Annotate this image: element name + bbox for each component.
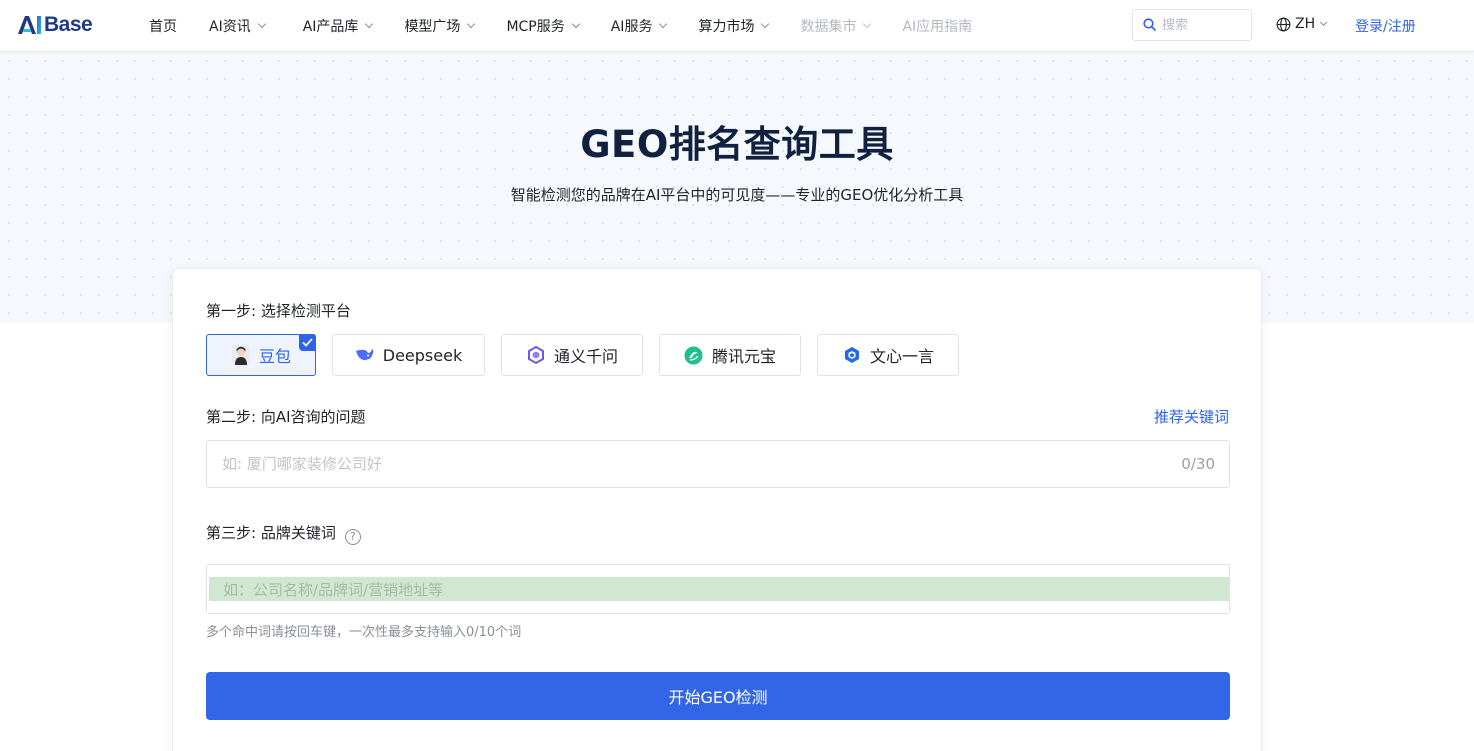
nav-ai-news[interactable]: AI资讯 [209,16,266,36]
step2-label: 第二步: 向AI咨询的问题 [206,408,366,426]
step3-label: 第三步: 品牌关键词 [206,524,336,542]
geo-query-form: 第一步: 选择检测平台 豆包 Deepseek 通义千问 腾讯元宝 文心一言 第… [172,268,1262,751]
nav-label: 算力市场 [698,19,755,35]
wenxin-icon [842,345,862,365]
question-input[interactable] [222,455,1182,473]
keyword-hint: 多个命中词请按回车键，一次性最多支持输入0/10个词 [206,625,522,640]
chevron-down-icon [257,19,266,29]
doubao-avatar-icon [231,345,251,365]
suggest-keywords-link[interactable]: 推荐关键词 [1154,406,1229,427]
nav-ai-services[interactable]: AI服务 [610,16,668,36]
checkmark-icon [299,334,316,351]
platform-doubao[interactable]: 豆包 [206,334,316,376]
chevron-down-icon [659,19,668,29]
nav-label: MCP服务 [506,19,565,35]
help-question-icon[interactable]: ? [344,528,361,545]
nav-label: AI应用指南 [902,19,973,35]
platform-label: 通义千问 [553,347,618,366]
question-char-count: 0/30 [1181,455,1215,473]
tongyi-icon [526,345,546,365]
nav-label: AI服务 [610,19,653,35]
keyword-field[interactable]: 如：公司名称/品牌词/营销地址等 [206,564,1230,614]
nav-label: 数据集市 [800,19,857,35]
site-logo[interactable]: Base [17,13,93,36]
nav-label: 首页 [149,19,177,35]
globe-icon [1276,17,1291,32]
main-nav: 首页 AI资讯 AI产品库 模型广场 MCP服务 AI服务 算力市场 数据集市 … [149,0,972,52]
chevron-down-icon [863,19,872,29]
platform-deepseek[interactable]: Deepseek [332,334,485,376]
page-subtitle: 智能检测您的品牌在AI平台中的可见度——专业的GEO优化分析工具 [510,186,964,204]
chevron-down-icon [365,19,374,29]
search-box[interactable] [1132,9,1252,41]
chevron-down-icon [571,19,580,29]
platform-label: Deepseek [382,345,463,365]
logo-text: Base [44,13,93,36]
step3-label-row: 第三步: 品牌关键词? [206,522,361,545]
language-label: ZH [1295,16,1316,32]
platform-label: 文心一言 [869,347,934,366]
yuanbao-icon [684,345,704,365]
nav-home[interactable]: 首页 [149,16,177,36]
chevron-down-icon [1320,18,1328,26]
chevron-down-icon [467,19,476,29]
ai-logo-mark-icon [17,15,43,35]
platform-wenxin[interactable]: 文心一言 [817,334,959,376]
question-field[interactable]: 0/30 [206,440,1230,488]
nav-ai-app-guide[interactable]: AI应用指南 [902,16,972,36]
search-input[interactable] [1162,17,1242,33]
nav-label: 模型广场 [404,19,461,35]
nav-ai-products[interactable]: AI产品库 [302,16,374,36]
chevron-down-icon [761,19,770,29]
nav-dataset-market[interactable]: 数据集市 [800,16,872,36]
deepseek-whale-icon [355,345,375,365]
platform-label: 腾讯元宝 [711,347,776,366]
page-title: GEO排名查询工具 [580,123,894,166]
search-icon [1143,16,1156,35]
step1-label: 第一步: 选择检测平台 [206,302,351,320]
start-geo-check-button[interactable]: 开始GEO检测 [206,672,1230,720]
platform-selector: 豆包 Deepseek 通义千问 腾讯元宝 文心一言 [206,334,975,376]
platform-tongyi[interactable]: 通义千问 [501,334,643,376]
platform-yuanbao[interactable]: 腾讯元宝 [659,334,801,376]
top-navbar: Base 首页 AI资讯 AI产品库 模型广场 MCP服务 AI服务 算力市场 … [0,0,1474,52]
language-switcher[interactable]: ZH [1276,16,1328,32]
nav-model-plaza[interactable]: 模型广场 [404,16,476,36]
nav-compute-market[interactable]: 算力市场 [698,16,770,36]
nav-mcp-services[interactable]: MCP服务 [506,16,580,36]
login-register-link[interactable]: 登录/注册 [1355,16,1416,36]
nav-label: AI资讯 [209,19,251,35]
keyword-placeholder: 如：公司名称/品牌词/营销地址等 [209,577,1229,601]
nav-label: AI产品库 [302,19,359,35]
platform-label: 豆包 [258,347,291,366]
